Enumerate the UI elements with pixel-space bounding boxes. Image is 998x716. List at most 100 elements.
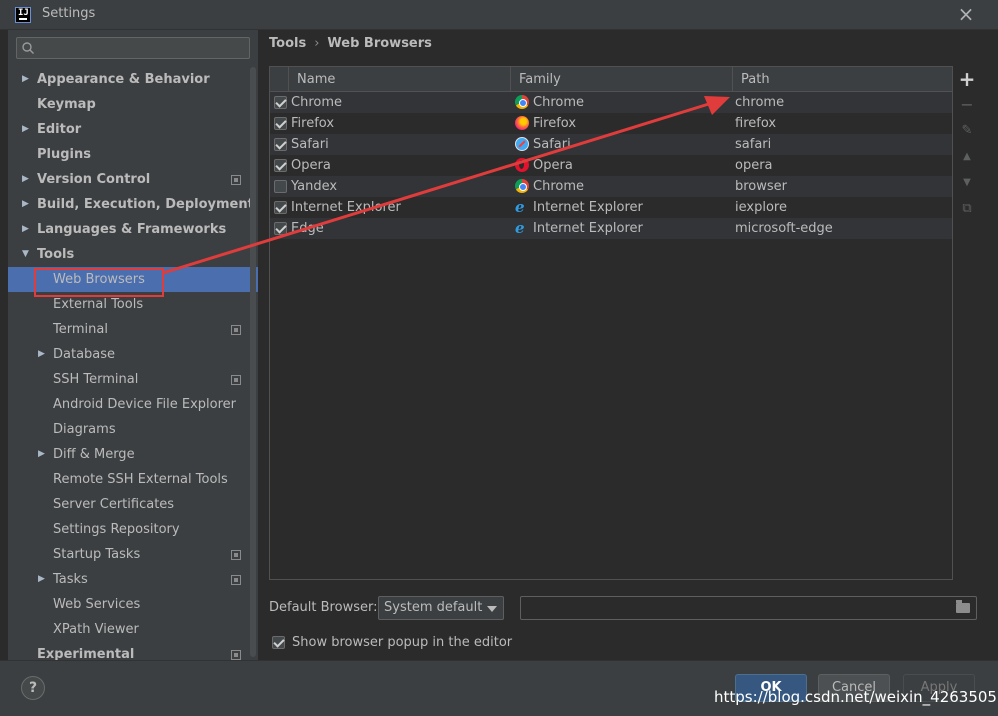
chevron-right-icon[interactable]: ▶ [22, 167, 34, 192]
sidebar-item-settings-repository[interactable]: Settings Repository [8, 517, 258, 542]
sidebar-item-remote-ssh-external-tools[interactable]: Remote SSH External Tools [8, 467, 258, 492]
table-row[interactable]: Chrome Chrome chrome [270, 92, 952, 113]
sidebar-item-version-control[interactable]: ▶ Version Control [8, 167, 258, 192]
edit-icon[interactable]: ✎ [955, 119, 979, 143]
column-header-path[interactable]: Path [733, 67, 952, 92]
default-browser-select[interactable]: System default [378, 596, 504, 620]
row-enabled-checkbox[interactable] [274, 96, 287, 109]
row-enabled-checkbox[interactable] [274, 201, 287, 214]
table-row[interactable]: Firefox Firefox firefox [270, 113, 952, 134]
table-row[interactable]: Opera Opera opera [270, 155, 952, 176]
chevron-right-icon[interactable]: ▶ [22, 192, 34, 217]
copy-icon[interactable]: ⧉ [955, 197, 979, 221]
row-enabled-checkbox[interactable] [274, 180, 287, 193]
row-enabled-checkbox[interactable] [274, 117, 287, 130]
browser-family-cell[interactable]: Internet Explorer [533, 197, 643, 218]
sidebar-item-web-browsers[interactable]: Web Browsers [8, 267, 258, 297]
search-input[interactable] [16, 37, 250, 59]
table-toolbar: + − ✎ ▲ ▼ ⧉ [955, 66, 979, 580]
sidebar-item-keymap[interactable]: Keymap [8, 92, 258, 117]
sidebar-item-ssh-terminal[interactable]: SSH Terminal [8, 367, 258, 392]
add-icon[interactable]: + [955, 67, 979, 91]
table-row[interactable]: Yandex Chrome browser [270, 176, 952, 197]
browser-path-cell[interactable]: safari [735, 134, 771, 155]
browser-family-cell[interactable]: Chrome [533, 92, 584, 113]
browser-name-cell[interactable]: Opera [291, 155, 331, 176]
browser-path-cell[interactable]: firefox [735, 113, 776, 134]
column-header-name[interactable]: Name [289, 67, 511, 92]
chevron-right-icon[interactable]: ▶ [38, 442, 50, 467]
title-bar: IJ Settings × [0, 0, 998, 30]
browser-family-cell[interactable]: Chrome [533, 176, 584, 197]
sidebar-item-database[interactable]: ▶ Database [8, 342, 258, 367]
sidebar-item-diagrams[interactable]: Diagrams [8, 417, 258, 442]
sidebar-item-startup-tasks[interactable]: Startup Tasks [8, 542, 258, 567]
sidebar-scrollbar[interactable] [250, 67, 256, 657]
browser-name-cell[interactable]: Edge [291, 218, 324, 239]
chevron-right-icon[interactable]: ▶ [22, 117, 34, 142]
browser-path-cell[interactable]: chrome [735, 92, 784, 113]
move-up-icon[interactable]: ▲ [955, 145, 979, 169]
sidebar-item-terminal[interactable]: Terminal [8, 317, 258, 342]
browser-path-cell[interactable]: microsoft-edge [735, 218, 833, 239]
browser-family-cell[interactable]: Firefox [533, 113, 576, 134]
sidebar-item-plugins[interactable]: Plugins [8, 142, 258, 167]
sidebar-item-label: Diff & Merge [53, 447, 135, 462]
sidebar-item-web-services[interactable]: Web Services [8, 592, 258, 617]
browser-family-cell[interactable]: Opera [533, 155, 573, 176]
sidebar-item-editor[interactable]: ▶ Editor [8, 117, 258, 142]
chevron-right-icon[interactable]: ▶ [22, 217, 34, 242]
remove-icon[interactable]: − [955, 93, 979, 117]
breadcrumb-parent[interactable]: Tools [269, 36, 306, 51]
project-level-icon [231, 550, 241, 560]
sidebar-item-android-device-file-explorer[interactable]: Android Device File Explorer [8, 392, 258, 417]
chevron-right-icon[interactable]: ▶ [38, 342, 50, 367]
sidebar-item-label: Tasks [53, 572, 88, 587]
sidebar-item-server-certificates[interactable]: Server Certificates [8, 492, 258, 517]
default-browser-value: System default [384, 600, 483, 615]
browser-name-cell[interactable]: Safari [291, 134, 329, 155]
browser-name-cell[interactable]: Yandex [291, 176, 337, 197]
sidebar-item-external-tools[interactable]: External Tools [8, 292, 258, 317]
move-down-icon[interactable]: ▼ [955, 171, 979, 195]
sidebar-item-xpath-viewer[interactable]: XPath Viewer [8, 617, 258, 642]
row-enabled-checkbox[interactable] [274, 159, 287, 172]
intellij-logo-icon: IJ [15, 7, 31, 23]
firefox-icon [515, 116, 529, 130]
row-enabled-checkbox[interactable] [274, 222, 287, 235]
sidebar-item-appearance-behavior[interactable]: ▶ Appearance & Behavior [8, 67, 258, 92]
row-enabled-checkbox[interactable] [274, 138, 287, 151]
show-popup-checkbox[interactable] [272, 636, 285, 649]
browser-path-cell[interactable]: opera [735, 155, 773, 176]
chevron-right-icon[interactable]: ▶ [22, 67, 34, 92]
browser-name-cell[interactable]: Chrome [291, 92, 342, 113]
sidebar-item-tools[interactable]: ▼ Tools [8, 242, 258, 267]
header-check-column [270, 67, 289, 92]
help-button[interactable]: ? [21, 676, 45, 700]
folder-icon[interactable] [956, 600, 970, 613]
table-row[interactable]: Internet Explorer e Internet Explorer iexpl… [270, 197, 952, 218]
table-row[interactable]: Safari Safari safari [270, 134, 952, 155]
sidebar-item-tasks[interactable]: ▶ Tasks [8, 567, 258, 592]
chevron-down-icon[interactable]: ▼ [22, 242, 34, 267]
browser-path-field[interactable] [520, 596, 977, 620]
close-icon[interactable]: × [955, 2, 977, 26]
browser-family-cell[interactable]: Safari [533, 134, 571, 155]
chevron-right-icon[interactable]: ▶ [38, 567, 50, 592]
sidebar-item-label: SSH Terminal [53, 372, 139, 387]
browser-family-cell[interactable]: Internet Explorer [533, 218, 643, 239]
browser-path-cell[interactable]: iexplore [735, 197, 787, 218]
sidebar-item-build-execution-deployment[interactable]: ▶ Build, Execution, Deployment [8, 192, 258, 217]
table-header: Name Family Path [270, 67, 952, 92]
browser-name-cell[interactable]: Internet Explorer [291, 197, 401, 218]
sidebar-item-label: Web Services [53, 597, 141, 612]
sidebar-item-label: Build, Execution, Deployment [37, 197, 254, 212]
table-row[interactable]: Edge e Internet Explorer microsoft-edge [270, 218, 952, 239]
browser-name-cell[interactable]: Firefox [291, 113, 334, 134]
sidebar-item-diff-merge[interactable]: ▶ Diff & Merge [8, 442, 258, 467]
ie-icon: e [515, 198, 525, 216]
sidebar-item-label: Terminal [53, 322, 108, 337]
browser-path-cell[interactable]: browser [735, 176, 787, 197]
column-header-family[interactable]: Family [511, 67, 733, 92]
sidebar-item-languages-frameworks[interactable]: ▶ Languages & Frameworks [8, 217, 258, 242]
